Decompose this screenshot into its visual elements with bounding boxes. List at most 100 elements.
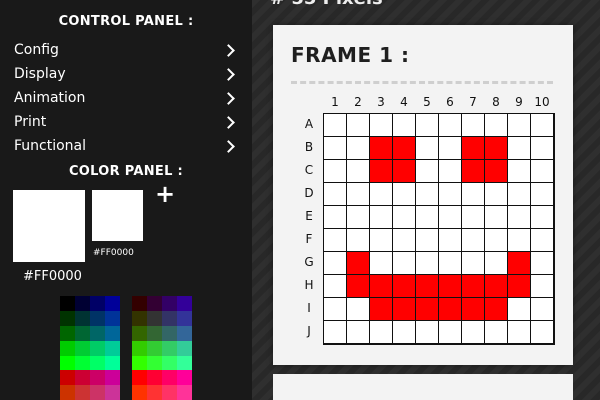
- pixel-cell-H9[interactable]: [508, 275, 530, 297]
- pixel-cell-I9[interactable]: [508, 298, 530, 320]
- palette-swatch[interactable]: [132, 296, 147, 311]
- palette-swatch[interactable]: [132, 370, 147, 385]
- palette-swatch[interactable]: [177, 356, 192, 371]
- palette-swatch[interactable]: [75, 356, 90, 371]
- palette-swatch[interactable]: [75, 370, 90, 385]
- palette-swatch[interactable]: [105, 385, 120, 400]
- pixel-cell-F9[interactable]: [508, 229, 530, 251]
- pixel-cell-I10[interactable]: [531, 298, 553, 320]
- pixel-cell-A9[interactable]: [508, 114, 530, 136]
- pixel-cell-D7[interactable]: [462, 183, 484, 205]
- pixel-cell-A6[interactable]: [439, 114, 461, 136]
- palette-swatch[interactable]: [90, 326, 105, 341]
- palette-swatch[interactable]: [162, 296, 177, 311]
- palette-swatch[interactable]: [177, 326, 192, 341]
- pixel-cell-D9[interactable]: [508, 183, 530, 205]
- pixel-cell-A3[interactable]: [370, 114, 392, 136]
- pixel-cell-B3[interactable]: [370, 137, 392, 159]
- pixel-cell-C9[interactable]: [508, 160, 530, 182]
- pixel-cell-H1[interactable]: [324, 275, 346, 297]
- palette-swatch[interactable]: [132, 326, 147, 341]
- pixel-cell-J10[interactable]: [531, 321, 553, 343]
- pixel-cell-B6[interactable]: [439, 137, 461, 159]
- palette-swatch[interactable]: [90, 370, 105, 385]
- palette-swatch[interactable]: [162, 326, 177, 341]
- pixel-cell-J6[interactable]: [439, 321, 461, 343]
- pixel-cell-G4[interactable]: [393, 252, 415, 274]
- palette-swatch[interactable]: [105, 296, 120, 311]
- palette-swatch[interactable]: [177, 296, 192, 311]
- pixel-cell-A8[interactable]: [485, 114, 507, 136]
- palette-swatch[interactable]: [90, 311, 105, 326]
- pixel-cell-H10[interactable]: [531, 275, 553, 297]
- palette-swatch[interactable]: [147, 326, 162, 341]
- pixel-cell-D2[interactable]: [347, 183, 369, 205]
- pixel-cell-I6[interactable]: [439, 298, 461, 320]
- palette-swatch[interactable]: [105, 370, 120, 385]
- pixel-cell-F3[interactable]: [370, 229, 392, 251]
- pixel-cell-G8[interactable]: [485, 252, 507, 274]
- pixel-cell-B8[interactable]: [485, 137, 507, 159]
- pixel-cell-I7[interactable]: [462, 298, 484, 320]
- pixel-cell-F2[interactable]: [347, 229, 369, 251]
- pixel-cell-G3[interactable]: [370, 252, 392, 274]
- pixel-cell-F6[interactable]: [439, 229, 461, 251]
- palette-swatch[interactable]: [147, 341, 162, 356]
- pixel-cell-E5[interactable]: [416, 206, 438, 228]
- pixel-cell-C8[interactable]: [485, 160, 507, 182]
- menu-item-display[interactable]: Display: [14, 62, 240, 86]
- pixel-cell-E2[interactable]: [347, 206, 369, 228]
- pixel-cell-I4[interactable]: [393, 298, 415, 320]
- pixel-cell-I2[interactable]: [347, 298, 369, 320]
- pixel-cell-E8[interactable]: [485, 206, 507, 228]
- pixel-cell-H6[interactable]: [439, 275, 461, 297]
- pixel-cell-I8[interactable]: [485, 298, 507, 320]
- pixel-cell-D8[interactable]: [485, 183, 507, 205]
- menu-item-config[interactable]: Config: [14, 38, 240, 62]
- pixel-cell-C4[interactable]: [393, 160, 415, 182]
- pixel-cell-C10[interactable]: [531, 160, 553, 182]
- palette-swatch[interactable]: [147, 356, 162, 371]
- pixel-cell-B7[interactable]: [462, 137, 484, 159]
- palette-swatch[interactable]: [147, 311, 162, 326]
- pixel-cell-D3[interactable]: [370, 183, 392, 205]
- palette-swatch[interactable]: [162, 370, 177, 385]
- palette-swatch[interactable]: [132, 341, 147, 356]
- palette-swatch[interactable]: [75, 385, 90, 400]
- palette-swatch[interactable]: [105, 311, 120, 326]
- pixel-cell-A4[interactable]: [393, 114, 415, 136]
- palette-swatch[interactable]: [90, 341, 105, 356]
- palette-swatch[interactable]: [177, 370, 192, 385]
- pixel-cell-E4[interactable]: [393, 206, 415, 228]
- pixel-cell-C7[interactable]: [462, 160, 484, 182]
- palette-swatch[interactable]: [162, 311, 177, 326]
- pixel-cell-D10[interactable]: [531, 183, 553, 205]
- primary-color-swatch[interactable]: [13, 190, 85, 262]
- pixel-cell-D5[interactable]: [416, 183, 438, 205]
- palette-swatch[interactable]: [75, 311, 90, 326]
- pixel-cell-F8[interactable]: [485, 229, 507, 251]
- pixel-cell-H8[interactable]: [485, 275, 507, 297]
- pixel-cell-D6[interactable]: [439, 183, 461, 205]
- palette-swatch[interactable]: [90, 296, 105, 311]
- pixel-cell-A10[interactable]: [531, 114, 553, 136]
- palette-swatch[interactable]: [60, 341, 75, 356]
- pixel-cell-H3[interactable]: [370, 275, 392, 297]
- pixel-cell-H4[interactable]: [393, 275, 415, 297]
- palette-swatch[interactable]: [90, 385, 105, 400]
- palette-swatch[interactable]: [132, 311, 147, 326]
- pixel-cell-E10[interactable]: [531, 206, 553, 228]
- palette-swatch[interactable]: [147, 296, 162, 311]
- pixel-cell-C6[interactable]: [439, 160, 461, 182]
- pixel-cell-F10[interactable]: [531, 229, 553, 251]
- menu-item-animation[interactable]: Animation: [14, 86, 240, 110]
- pixel-cell-E7[interactable]: [462, 206, 484, 228]
- pixel-cell-F5[interactable]: [416, 229, 438, 251]
- palette-swatch[interactable]: [162, 385, 177, 400]
- pixel-cell-B5[interactable]: [416, 137, 438, 159]
- palette-swatch[interactable]: [147, 385, 162, 400]
- pixel-cell-C3[interactable]: [370, 160, 392, 182]
- pixel-cell-E1[interactable]: [324, 206, 346, 228]
- palette-swatch[interactable]: [177, 311, 192, 326]
- pixel-cell-E3[interactable]: [370, 206, 392, 228]
